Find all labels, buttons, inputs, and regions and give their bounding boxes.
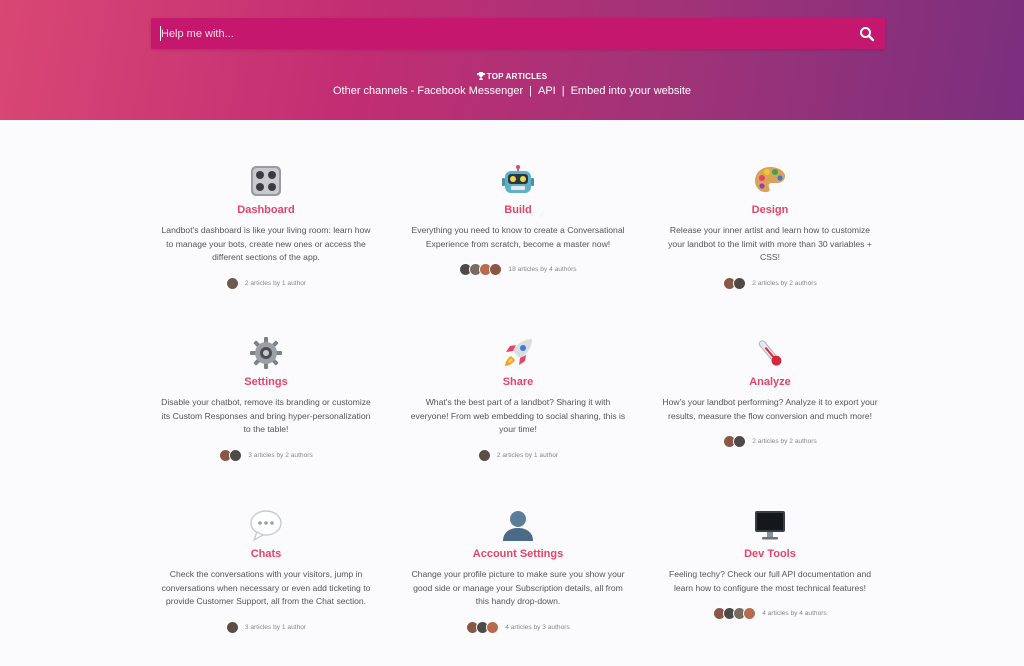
author-avatars (713, 607, 757, 620)
card-description: Change your profile picture to make sure… (411, 569, 625, 606)
category-card-build[interactable]: Build Everything you need to know to cre… (408, 164, 628, 276)
article-count: 4 articles by 3 authors (505, 623, 570, 631)
thermometer-icon (758, 340, 782, 366)
category-card-analyze[interactable]: Analyze How's your landbot performing? A… (660, 336, 880, 448)
category-card-design[interactable]: Design Release your inner artist and lea… (660, 164, 880, 290)
article-count: 4 articles by 4 authors (762, 610, 827, 617)
card-title[interactable]: Settings (156, 376, 376, 388)
category-card-settings[interactable]: Settings Disable your chatbot, remove it… (156, 336, 376, 462)
card-title[interactable]: Design (660, 204, 880, 216)
article-count: 2 articles by 2 authors (752, 279, 817, 287)
card-title[interactable]: Share (408, 376, 628, 388)
avatar (733, 435, 747, 448)
card-meta: 3 articles by 2 authors (156, 448, 376, 462)
article-count: 3 articles by 2 authors (248, 451, 313, 459)
api-link[interactable]: API (538, 85, 556, 97)
avatar (489, 263, 503, 276)
text-caret (160, 26, 161, 41)
trophy-icon (476, 72, 485, 80)
search-input[interactable] (161, 18, 841, 49)
category-card-account-settings[interactable]: Account Settings Change your profile pic… (408, 508, 628, 634)
card-title[interactable]: Analyze (660, 376, 880, 388)
avatar (477, 448, 491, 462)
author-avatars (225, 276, 239, 290)
link-separator: | (529, 85, 532, 97)
search-bar (151, 18, 885, 49)
article-count: 2 articles by 1 author (496, 451, 559, 459)
embed-link[interactable]: Embed into your website (571, 85, 691, 97)
speech-bubble-icon (250, 510, 282, 542)
card-description: What's the best part of a landbot? Shari… (410, 397, 626, 434)
card-title[interactable]: Dev Tools (660, 548, 880, 560)
category-card-chats[interactable]: Chats Check the conversations with your … (156, 508, 376, 634)
author-avatars (466, 620, 500, 634)
avatar (743, 607, 757, 620)
card-description: Feeling techy? Check our full API docume… (668, 569, 872, 593)
avatar (225, 276, 239, 290)
avatar (486, 620, 500, 634)
card-meta: 2 articles by 2 authors (660, 435, 880, 448)
card-title[interactable]: Chats (156, 548, 376, 560)
article-count: 2 articles by 1 author (244, 279, 307, 287)
hero-banner: TOP ARTICLES Other channels - Facebook M… (0, 0, 1024, 120)
card-description: How's your landbot performing? Analyze i… (662, 397, 878, 421)
monitor-icon (755, 511, 785, 540)
top-articles-heading[interactable]: TOP ARTICLES (0, 72, 1024, 81)
card-meta: 4 articles by 3 authors (408, 620, 628, 634)
card-title[interactable]: Dashboard (156, 204, 376, 216)
palette-icon (755, 167, 785, 193)
avatar (229, 448, 243, 462)
author-avatars (723, 435, 747, 448)
other-channels-link[interactable]: Other channels - Facebook Messenger (333, 85, 523, 97)
card-title[interactable]: Account Settings (408, 548, 628, 560)
category-card-dashboard[interactable]: Dashboard Landbot's dashboard is like yo… (156, 164, 376, 290)
category-card-dev-tools[interactable]: Dev Tools Feeling techy? Check our full … (660, 508, 880, 620)
category-card-share[interactable]: Share What's the best part of a landbot?… (408, 336, 628, 462)
card-description: Release your inner artist and learn how … (668, 225, 872, 262)
article-count: 18 articles by 4 authors (508, 266, 577, 273)
rocket-icon (505, 339, 532, 366)
article-count: 3 articles by 1 author (244, 623, 307, 631)
avatar (733, 276, 747, 290)
author-avatars (477, 448, 491, 462)
card-meta: 4 articles by 4 authors (660, 607, 880, 620)
author-avatars (459, 263, 503, 276)
card-meta: 2 articles by 2 authors (660, 276, 880, 290)
card-description: Disable your chatbot, remove its brandin… (161, 397, 371, 434)
card-meta: 3 articles by 1 author (156, 620, 376, 634)
robot-icon (502, 165, 534, 193)
card-meta: 2 articles by 1 author (156, 276, 376, 290)
card-description: Check the conversations with your visito… (161, 569, 371, 606)
author-avatars (219, 448, 243, 462)
link-separator: | (561, 85, 565, 97)
card-meta: 18 articles by 4 authors (408, 263, 628, 276)
channels-links: Other channels - Facebook Messenger | API |… (0, 85, 1024, 97)
card-title[interactable]: Build (408, 204, 628, 216)
article-count: 2 articles by 2 authors (752, 438, 817, 445)
avatar (225, 620, 239, 634)
card-description: Everything you need to know to create a … (411, 225, 625, 249)
gear-icon (250, 337, 282, 369)
card-description: Landbot's dashboard is like your living … (161, 225, 371, 262)
author-avatars (723, 276, 747, 290)
user-silhouette-icon (503, 511, 533, 541)
card-meta: 2 articles by 1 author (408, 448, 628, 462)
search-icon[interactable] (859, 26, 875, 42)
author-avatars (225, 620, 239, 634)
top-articles-label: TOP ARTICLES (486, 72, 548, 81)
dashboard-icon (251, 166, 281, 196)
